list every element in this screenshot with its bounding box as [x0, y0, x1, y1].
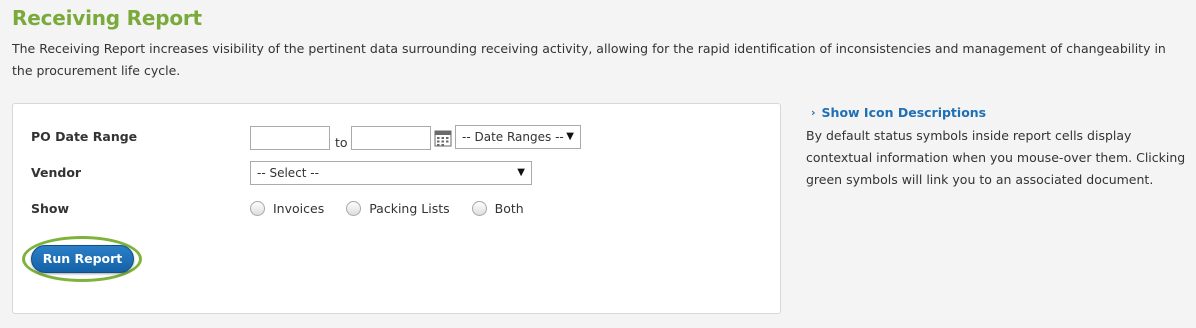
calendar-icon[interactable]: [434, 129, 452, 147]
to-label: to: [335, 135, 348, 150]
show-radio-group: Invoices Packing Lists Both: [250, 201, 546, 216]
caret-down-icon: ▼: [566, 131, 574, 142]
date-to-input[interactable]: [351, 126, 431, 150]
radio-button[interactable]: [471, 201, 487, 216]
radio-button[interactable]: [346, 201, 362, 216]
vendor-select[interactable]: -- Select -- ▼: [250, 161, 532, 185]
run-report-button[interactable]: Run Report: [31, 245, 134, 273]
page-description: The Receiving Report increases visibilit…: [12, 41, 1166, 78]
vendor-label: Vendor: [31, 165, 82, 180]
icon-descriptions-help-text: By default status symbols inside report …: [806, 128, 1186, 187]
show-icon-descriptions-label: Show Icon Descriptions: [821, 105, 987, 120]
radio-both[interactable]: Both: [471, 201, 524, 216]
date-ranges-select-value: -- Date Ranges --: [462, 130, 564, 144]
report-form: PO Date Range to -- Date Ranges -- ▼ Ven…: [12, 103, 781, 314]
show-icon-descriptions-link[interactable]: › Show Icon Descriptions: [811, 105, 986, 120]
po-date-range-label: PO Date Range: [31, 129, 138, 144]
caret-down-icon: ▼: [517, 167, 525, 178]
radio-button[interactable]: [250, 201, 265, 216]
page-title: Receiving Report: [12, 6, 202, 30]
radio-label: Packing Lists: [369, 201, 450, 216]
chevron-right-icon: ›: [811, 106, 816, 119]
show-label: Show: [31, 201, 70, 216]
radio-packing-lists[interactable]: Packing Lists: [346, 201, 450, 216]
radio-invoices[interactable]: Invoices: [250, 201, 324, 216]
date-from-input[interactable]: [250, 126, 330, 150]
vendor-select-value: -- Select --: [257, 166, 319, 180]
radio-label: Both: [494, 201, 524, 216]
date-ranges-select[interactable]: -- Date Ranges -- ▼: [455, 125, 581, 149]
radio-label: Invoices: [273, 201, 325, 216]
